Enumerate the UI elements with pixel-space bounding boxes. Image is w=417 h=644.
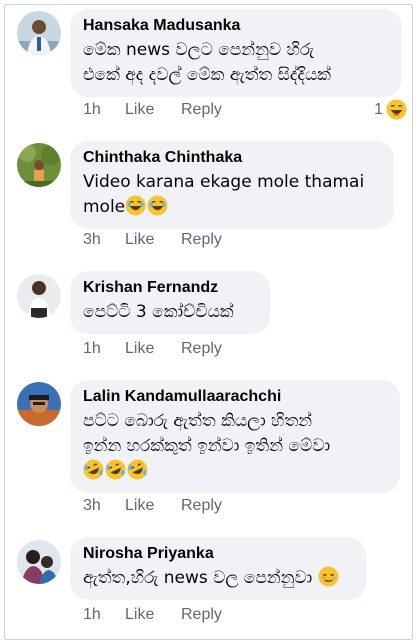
comment-time[interactable]: 1h [83,100,125,120]
like-button[interactable]: Like [125,605,181,625]
avatar[interactable] [17,382,61,426]
comment-bubble: Krishan Fernandz පෙට්ටි 3 කෝච්චියක් [70,271,270,334]
avatar[interactable] [17,11,61,55]
rofl-emoji-icon [83,459,104,480]
reaction-summary[interactable]: 1 [374,99,408,120]
comment-actions: 1h Like Reply [83,605,241,625]
comment-time[interactable]: 3h [83,230,125,250]
reaction-count: 1 [374,100,383,118]
comment-author[interactable]: Krishan Fernandz [83,278,256,298]
comment-author[interactable]: Chinthaka Chinthaka [83,148,380,168]
comment-text: පට්ට බොරු ඇත්ත කියලා හිතන් ඉන්න හරක්කුත්… [83,409,386,484]
reply-button[interactable]: Reply [181,496,241,516]
comment-time[interactable]: 3h [83,496,125,516]
like-button[interactable]: Like [125,100,181,120]
comment-actions: 3h Like Reply [83,496,241,516]
comment-text-content: ඇත්ත,හිරු news වල පෙන්නුවා [83,568,313,588]
avatar[interactable] [17,143,61,187]
comment-time[interactable]: 1h [83,339,125,359]
rofl-emoji-icon [127,459,148,480]
comment-text: පෙට්ටි 3 කෝච්චියක් [83,302,234,322]
comment-author[interactable]: Nirosha Priyanka [83,544,352,564]
reply-button[interactable]: Reply [181,339,241,359]
comment-text-content: පට්ට බොරු ඇත්ත කියලා හිතන් ඉන්න හරක්කුත්… [83,411,331,456]
comment-text: Video karana ekage mole thamai mole [83,170,380,220]
laughing-emoji-icon [386,99,407,120]
like-button[interactable]: Like [125,496,181,516]
laughing-emoji-icon [147,195,168,216]
reply-button[interactable]: Reply [181,605,241,625]
rofl-emoji-icon [105,459,126,480]
comment-bubble: Chinthaka Chinthaka Video karana ekage m… [70,141,394,229]
comment-actions: 3h Like Reply [83,230,241,250]
like-button[interactable]: Like [125,230,181,250]
laughing-emoji-icon [125,195,146,216]
comment-text: ඇත්ත,හිරු news වල පෙන්නුවා [83,566,352,591]
comment-actions: 1h Like Reply [83,339,241,359]
comment-time[interactable]: 1h [83,605,125,625]
avatar[interactable] [17,274,61,318]
comment-text: මේක news වලට පෙන්නුව හිරු එකේ අද දවල් මේ… [83,40,331,85]
relieved-emoji-icon [318,566,339,587]
comment-author[interactable]: Lalin Kandamullaarachchi [83,387,386,407]
reply-button[interactable]: Reply [181,100,241,120]
comment-bubble: Hansaka Madusanka මේක news වලට පෙන්නුව හ… [70,9,402,97]
reply-button[interactable]: Reply [181,230,241,250]
like-button[interactable]: Like [125,339,181,359]
comment-actions: 1h Like Reply [83,100,241,120]
comment-bubble: Lalin Kandamullaarachchi පට්ට බොරු ඇත්ත … [70,380,400,493]
avatar[interactable] [17,540,61,584]
comment-author[interactable]: Hansaka Madusanka [83,16,388,36]
comment-bubble: Nirosha Priyanka ඇත්ත,හිරු news වල පෙන්න… [70,537,366,600]
